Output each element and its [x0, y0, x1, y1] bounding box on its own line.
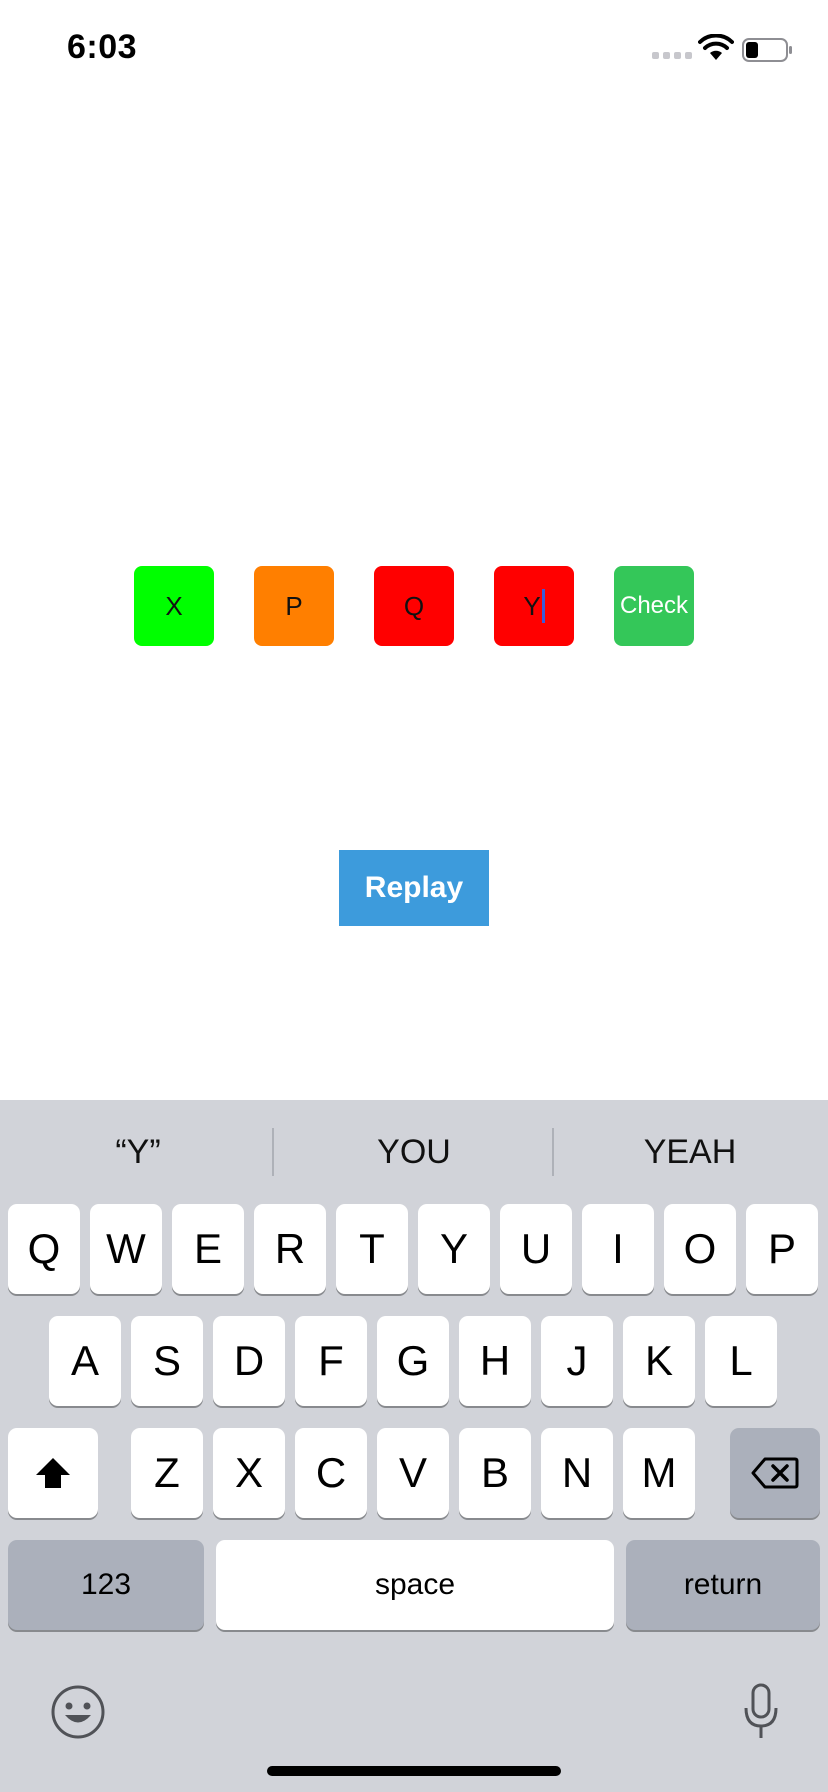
- microphone-icon[interactable]: [742, 1682, 780, 1742]
- text-cursor: [541, 589, 545, 623]
- key-j[interactable]: J: [541, 1316, 613, 1406]
- key-z[interactable]: Z: [131, 1428, 203, 1518]
- key-s[interactable]: S: [131, 1316, 203, 1406]
- backspace-key[interactable]: [730, 1428, 820, 1518]
- battery-icon: [742, 38, 792, 62]
- key-w[interactable]: W: [90, 1204, 162, 1294]
- wifi-icon: [698, 34, 734, 60]
- key-a[interactable]: A: [49, 1316, 121, 1406]
- key-x[interactable]: X: [213, 1428, 285, 1518]
- key-t[interactable]: T: [336, 1204, 408, 1294]
- key-h[interactable]: H: [459, 1316, 531, 1406]
- shift-icon: [36, 1458, 70, 1488]
- letter-tile-1[interactable]: X: [134, 566, 214, 646]
- key-l[interactable]: L: [705, 1316, 777, 1406]
- replay-button[interactable]: Replay: [339, 850, 489, 926]
- key-u[interactable]: U: [500, 1204, 572, 1294]
- check-button[interactable]: Check: [614, 566, 694, 646]
- return-key[interactable]: return: [626, 1540, 820, 1630]
- space-key[interactable]: space: [216, 1540, 614, 1630]
- backspace-icon: [751, 1457, 799, 1489]
- letter-tile-4-input[interactable]: Y: [494, 566, 574, 646]
- key-d[interactable]: D: [213, 1316, 285, 1406]
- shift-key[interactable]: [8, 1428, 98, 1518]
- key-p[interactable]: P: [746, 1204, 818, 1294]
- key-r[interactable]: R: [254, 1204, 326, 1294]
- key-e[interactable]: E: [172, 1204, 244, 1294]
- letter-tile-4-value: Y: [523, 590, 541, 621]
- status-time: 6:03: [67, 28, 138, 66]
- key-o[interactable]: O: [664, 1204, 736, 1294]
- suggestion-3[interactable]: YEAH: [552, 1122, 828, 1182]
- suggestion-1[interactable]: “Y”: [0, 1122, 276, 1182]
- suggestion-2[interactable]: YOU: [276, 1122, 552, 1182]
- key-c[interactable]: C: [295, 1428, 367, 1518]
- key-g[interactable]: G: [377, 1316, 449, 1406]
- numbers-key[interactable]: 123: [8, 1540, 204, 1630]
- cellular-signal-icon: [652, 52, 692, 59]
- letter-tile-3[interactable]: Q: [374, 566, 454, 646]
- home-indicator: [267, 1766, 561, 1776]
- key-k[interactable]: K: [623, 1316, 695, 1406]
- key-v[interactable]: V: [377, 1428, 449, 1518]
- key-m[interactable]: M: [623, 1428, 695, 1518]
- key-f[interactable]: F: [295, 1316, 367, 1406]
- suggestion-divider: [272, 1128, 274, 1176]
- predictive-bar: “Y” YOU YEAH: [0, 1100, 828, 1204]
- key-y[interactable]: Y: [418, 1204, 490, 1294]
- key-i[interactable]: I: [582, 1204, 654, 1294]
- key-n[interactable]: N: [541, 1428, 613, 1518]
- status-bar: 6:03: [0, 0, 828, 100]
- key-q[interactable]: Q: [8, 1204, 80, 1294]
- key-b[interactable]: B: [459, 1428, 531, 1518]
- letter-tile-2[interactable]: P: [254, 566, 334, 646]
- emoji-icon[interactable]: [50, 1684, 106, 1740]
- keyboard: “Y” YOU YEAH Q W E R T Y U I O P A S D F…: [0, 1100, 828, 1792]
